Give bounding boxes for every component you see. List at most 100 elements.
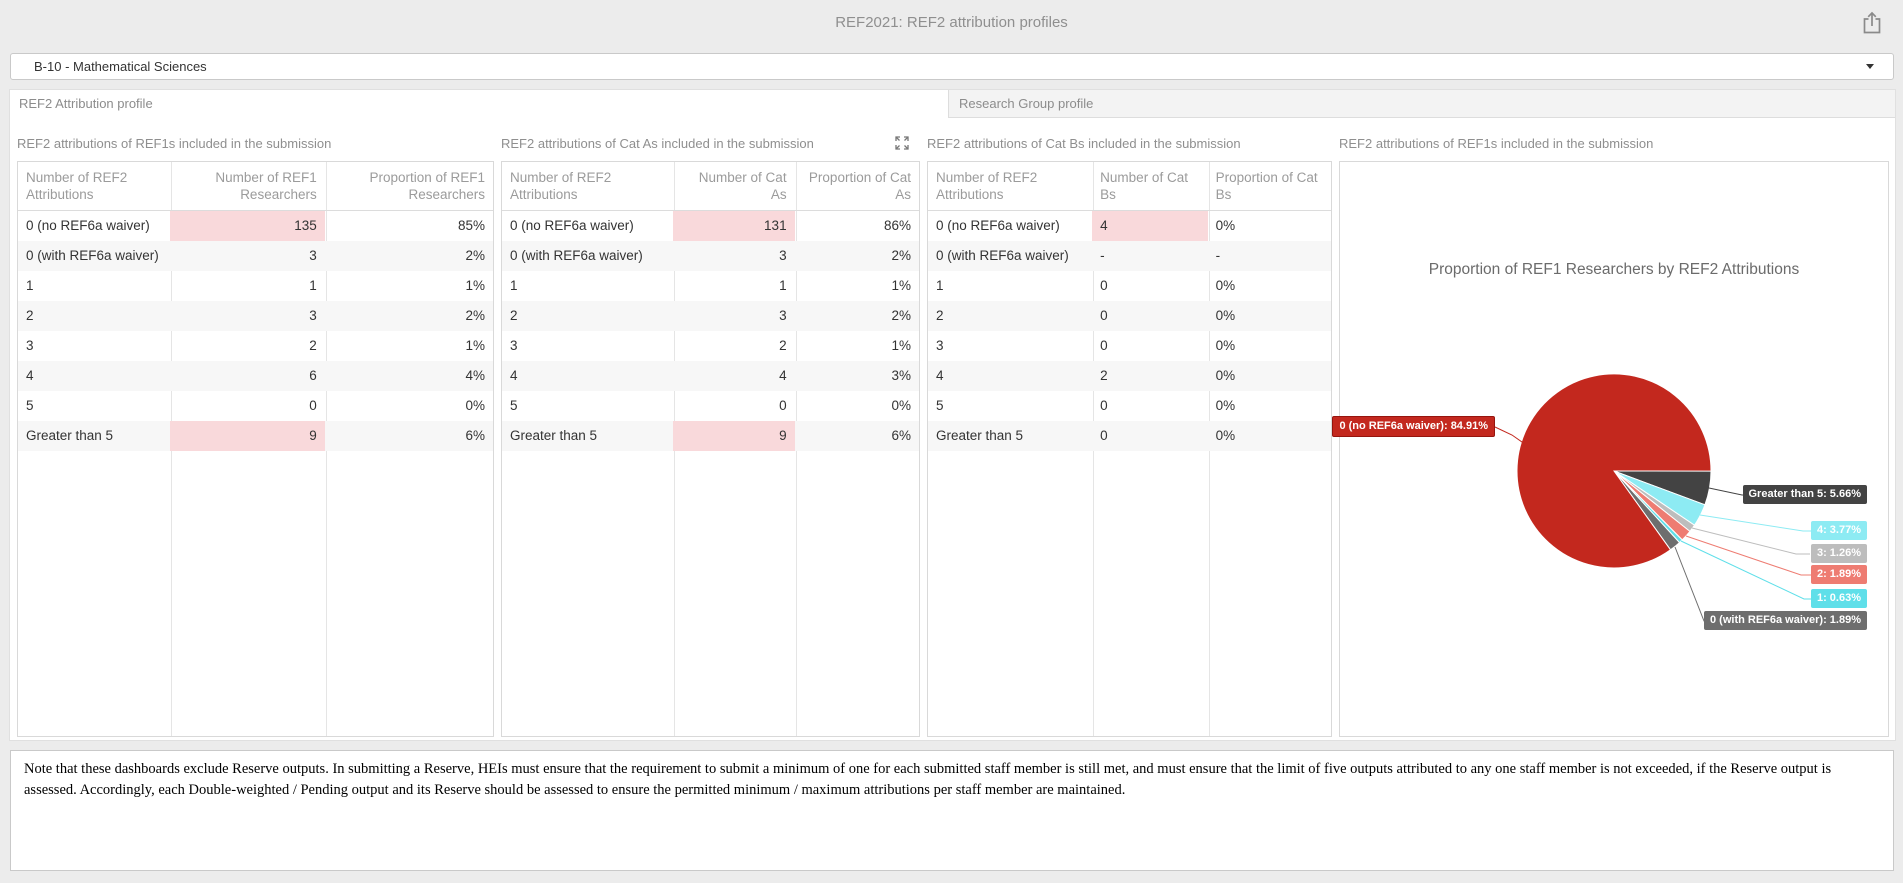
table-cell: 9 <box>170 421 325 451</box>
pie-label[interactable]: 3: 1.26% <box>1810 544 1867 563</box>
table-row: 2 3 2% <box>18 301 493 331</box>
fullscreen-icon <box>895 136 909 150</box>
table-cell: 4% <box>465 368 485 383</box>
table-cell: 1% <box>465 278 485 293</box>
table-cell: - <box>1100 248 1105 263</box>
note-text: Note that these dashboards exclude Reser… <box>10 750 1894 871</box>
table-cell: 0% <box>465 398 485 413</box>
table-body-1: 0 (no REF6a waiver) 131 86% 0 (with REF6a w… <box>502 211 919 451</box>
export-button[interactable] <box>1861 11 1883 35</box>
table-row: 3 2 1% <box>502 331 919 361</box>
table-row: 4 6 4% <box>18 361 493 391</box>
tab-label: REF2 Attribution profile <box>19 96 153 111</box>
pie-label[interactable]: 2: 1.89% <box>1810 565 1867 584</box>
column-header: Proportion of Cat Bs <box>1215 170 1318 202</box>
table-catbs-panel: Number of REF2 Attributions Number of Cat… <box>927 161 1332 737</box>
column-header: Number of REF2 Attributions <box>936 170 1038 202</box>
table-cell: 1 <box>510 278 518 293</box>
table-cell: 0 (with REF6a waiver) <box>26 248 159 263</box>
table-cell: 0% <box>1215 398 1236 413</box>
table-cell: 6% <box>891 428 911 443</box>
table-cell: 2% <box>891 248 911 263</box>
uoa-dropdown[interactable]: B-10 - Mathematical Sciences <box>10 53 1894 80</box>
uoa-dropdown-value: B-10 - Mathematical Sciences <box>34 59 207 74</box>
table-row: 2 3 2% <box>502 301 919 331</box>
table-cell: 4 <box>26 368 34 383</box>
table-cell: 1 <box>779 278 787 293</box>
table-cell: 2% <box>465 248 485 263</box>
table-row: Greater than 5 9 6% <box>18 421 493 451</box>
table-cell: 0 (no REF6a waiver) <box>510 218 634 233</box>
table-cell: 85% <box>457 218 485 233</box>
page-title: REF2021: REF2 attribution profiles <box>835 14 1068 31</box>
table-row: 2 0 0% <box>928 301 1331 331</box>
table-cell: 0% <box>1215 218 1236 233</box>
table-row: 1 0 0% <box>928 271 1331 301</box>
table-row: 0 (with REF6a waiver) - - <box>928 241 1331 271</box>
table-row: 5 0 0% <box>928 391 1331 421</box>
tab-ref2-attribution-profile[interactable]: REF2 Attribution profile <box>19 90 153 118</box>
fullscreen-button[interactable] <box>894 135 910 151</box>
pie-label[interactable]: 4: 3.77% <box>1810 521 1867 540</box>
table-cell: 0 (with REF6a waiver) <box>936 248 1069 263</box>
table-cell: 3 <box>510 338 518 353</box>
table-cell: 4 <box>936 368 944 383</box>
table-cell: 0% <box>1215 428 1236 443</box>
table-head-2: Number of REF2 Attributions Number of Cat… <box>928 162 1331 211</box>
table-cell: 2% <box>465 308 485 323</box>
table-row: 0 (no REF6a waiver) 4 0% <box>928 211 1331 241</box>
table-row: 3 0 0% <box>928 331 1331 361</box>
tab-label: Research Group profile <box>959 96 1094 111</box>
table-row: 4 4 3% <box>502 361 919 391</box>
table-cell: 86% <box>883 218 911 233</box>
table-row: 1 1 1% <box>18 271 493 301</box>
table-row: Greater than 5 0 0% <box>928 421 1331 451</box>
table-cell: 5 <box>26 398 34 413</box>
table-cell: 6% <box>465 428 485 443</box>
table-catas-panel: Number of REF2 Attributions Number of Cat… <box>501 161 920 737</box>
table-cell: 2% <box>891 308 911 323</box>
table-cell: 1 <box>936 278 944 293</box>
table-cell: - <box>1215 248 1221 263</box>
pie-label[interactable]: 1: 0.63% <box>1810 589 1867 608</box>
share-icon <box>1863 11 1881 34</box>
table-cell: 2 <box>510 308 518 323</box>
table-cell: 1 <box>26 278 34 293</box>
table-cell: 3 <box>779 248 787 263</box>
table-cell: 0% <box>1215 338 1236 353</box>
table-cell: 0 <box>1100 398 1108 413</box>
pie-panel-caption: REF2 attributions of REF1s included in t… <box>1339 136 1654 151</box>
table-cell: 3 <box>26 338 34 353</box>
table-cell: 0 <box>1100 338 1108 353</box>
table-cell: 1% <box>891 338 911 353</box>
table-cell: 2 <box>26 308 34 323</box>
table-cell: 9 <box>673 421 795 451</box>
table-cell: 3 <box>779 308 787 323</box>
column-header: Number of REF1 Researchers <box>215 170 317 202</box>
table-head-1: Number of REF2 Attributions Number of Cat… <box>502 162 919 211</box>
table-cell: 131 <box>673 211 795 241</box>
table-cell: 0% <box>891 398 911 413</box>
table-ref1s-caption: REF2 attributions of REF1s included in t… <box>17 136 332 151</box>
tab-research-group-profile[interactable]: Research Group profile <box>948 90 1895 118</box>
pie-label[interactable]: 0 (no REF6a waiver): 84.91% <box>1332 416 1495 437</box>
table-cell: 6 <box>309 368 317 383</box>
table-catas-caption: REF2 attributions of Cat As included in … <box>501 136 814 151</box>
pie-label[interactable]: Greater than 5: 5.66% <box>1742 485 1867 504</box>
table-row: 0 (no REF6a waiver) 131 86% <box>502 211 919 241</box>
table-cell: 1% <box>891 278 911 293</box>
table-cell: 3 <box>936 338 944 353</box>
table-row: 3 2 1% <box>18 331 493 361</box>
table-catbs-caption: REF2 attributions of Cat Bs included in … <box>927 136 1241 151</box>
pie-label[interactable]: 0 (with REF6a waiver): 1.89% <box>1704 611 1867 630</box>
table-row: 0 (with REF6a waiver) 3 2% <box>18 241 493 271</box>
table-cell: 0 <box>779 398 787 413</box>
column-header: Number of Cat Bs <box>1100 170 1188 202</box>
table-cell: 3 <box>309 308 317 323</box>
table-cell: 0 <box>309 398 317 413</box>
table-cell: 0 (no REF6a waiver) <box>936 218 1060 233</box>
table-cell: 0% <box>1215 278 1236 293</box>
column-header: Proportion of REF1 Researchers <box>369 170 485 202</box>
table-cell: Greater than 5 <box>26 428 114 443</box>
table-cell: 1% <box>465 338 485 353</box>
